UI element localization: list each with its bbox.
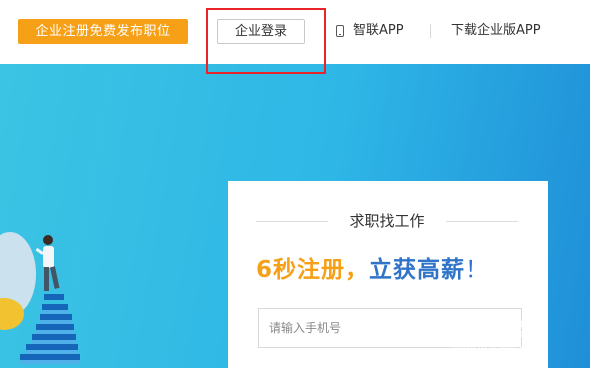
nav-divider xyxy=(430,24,431,38)
top-navigation: 企业注册免费发布职位 企业登录 智联APP 下载企业版APP xyxy=(0,0,590,65)
download-enterprise-app-link[interactable]: 下载企业版APP xyxy=(451,21,541,41)
zhilian-app-label: 智联APP xyxy=(353,23,404,38)
baidu-jingyan-watermark: Bai经验 jingyan.baidu.com xyxy=(452,313,582,361)
title-divider-right xyxy=(446,221,518,222)
slogan-part-1: 6秒注册， xyxy=(256,257,370,283)
zhilian-app-link[interactable]: 智联APP xyxy=(336,21,404,41)
enterprise-register-button[interactable]: 企业注册免费发布职位 xyxy=(18,19,188,44)
register-slogan: 6秒注册，立获高薪！ xyxy=(256,255,489,285)
watermark-brand: Bai经验 xyxy=(452,317,531,341)
slogan-part-2: 立获高薪 xyxy=(369,257,466,283)
slogan-part-3: ！ xyxy=(465,257,490,283)
mobile-phone-icon xyxy=(336,25,344,37)
watermark-url: jingyan.baidu.com xyxy=(452,344,541,354)
enterprise-login-button[interactable]: 企业登录 xyxy=(217,19,305,44)
staircase-illustration xyxy=(0,232,80,364)
card-title-row: 求职找工作 xyxy=(256,211,518,231)
businessman-figure xyxy=(35,235,60,291)
download-enterprise-app-label: 下载企业版APP xyxy=(451,23,541,38)
